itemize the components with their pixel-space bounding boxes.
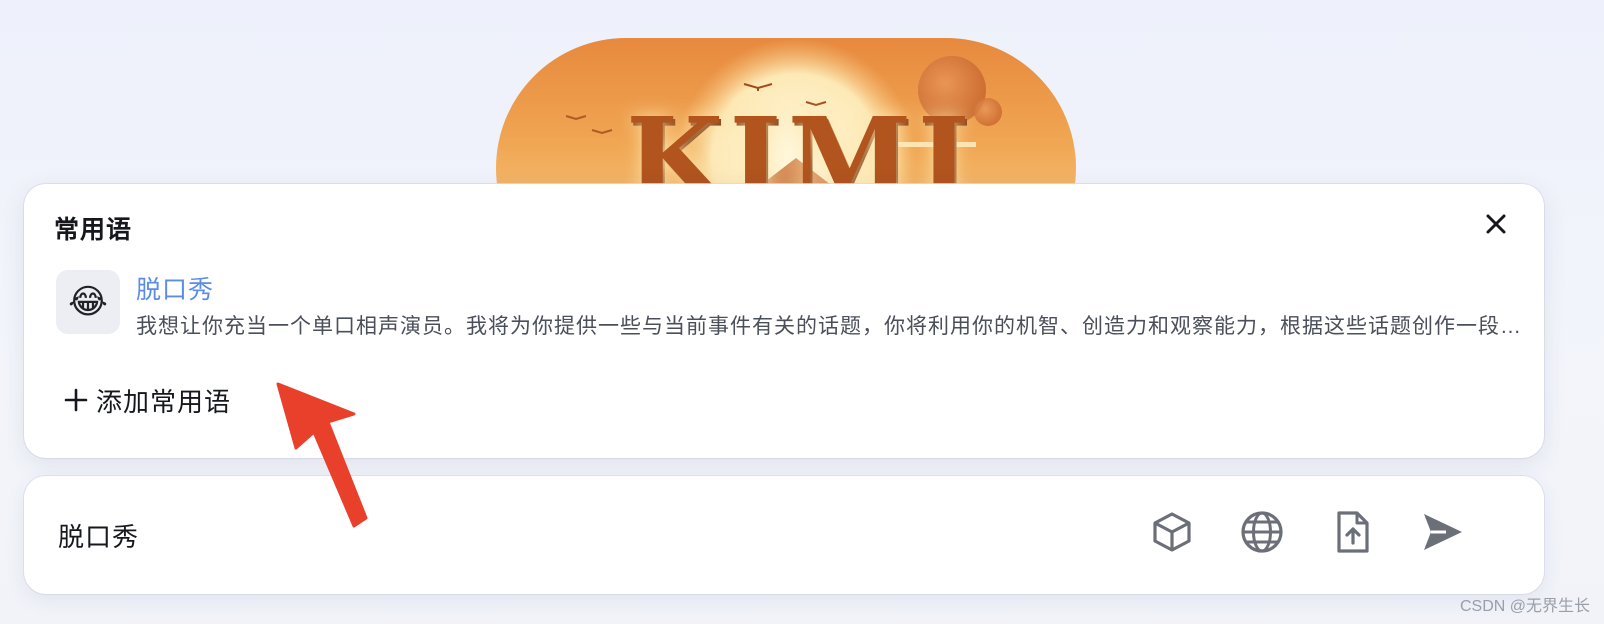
file-upload-button[interactable] — [1326, 506, 1378, 558]
send-button[interactable] — [1416, 506, 1468, 558]
close-button[interactable] — [1480, 208, 1512, 240]
phrase-description: 我想让你充当一个单口相声演员。我将为你提供一些与当前事件有关的话题，你将利用你的… — [136, 315, 1536, 338]
plus-icon — [64, 388, 88, 412]
watermark: CSDN @无界生长 — [1459, 598, 1590, 615]
globe-icon — [1241, 511, 1283, 553]
file-upload-icon — [1337, 511, 1369, 553]
laughing-emoji-icon: 😂 — [56, 270, 120, 334]
add-phrase-label: 添加常用语 — [96, 386, 232, 417]
common-phrases-panel: 常用语 😂 脱口秀 我想让你充当一个单口相声演员。我将为你提供一些与当前事件有关… — [24, 184, 1544, 458]
phrase-title: 脱口秀 — [136, 276, 215, 304]
add-phrase-button[interactable]: 添加常用语 — [64, 382, 231, 418]
annotation-arrow-icon — [276, 382, 368, 528]
close-icon — [1486, 214, 1506, 234]
panel-title: 常用语 — [54, 216, 133, 244]
web-search-button[interactable] — [1236, 506, 1288, 558]
cube-tool-button[interactable] — [1146, 506, 1198, 558]
phrase-item[interactable]: 😂 脱口秀 我想让你充当一个单口相声演员。我将为你提供一些与当前事件有关的话题，… — [56, 270, 1536, 342]
send-icon — [1424, 514, 1462, 550]
chat-input-bar — [24, 476, 1544, 594]
chat-input[interactable] — [56, 510, 1110, 560]
cube-icon — [1153, 512, 1191, 552]
